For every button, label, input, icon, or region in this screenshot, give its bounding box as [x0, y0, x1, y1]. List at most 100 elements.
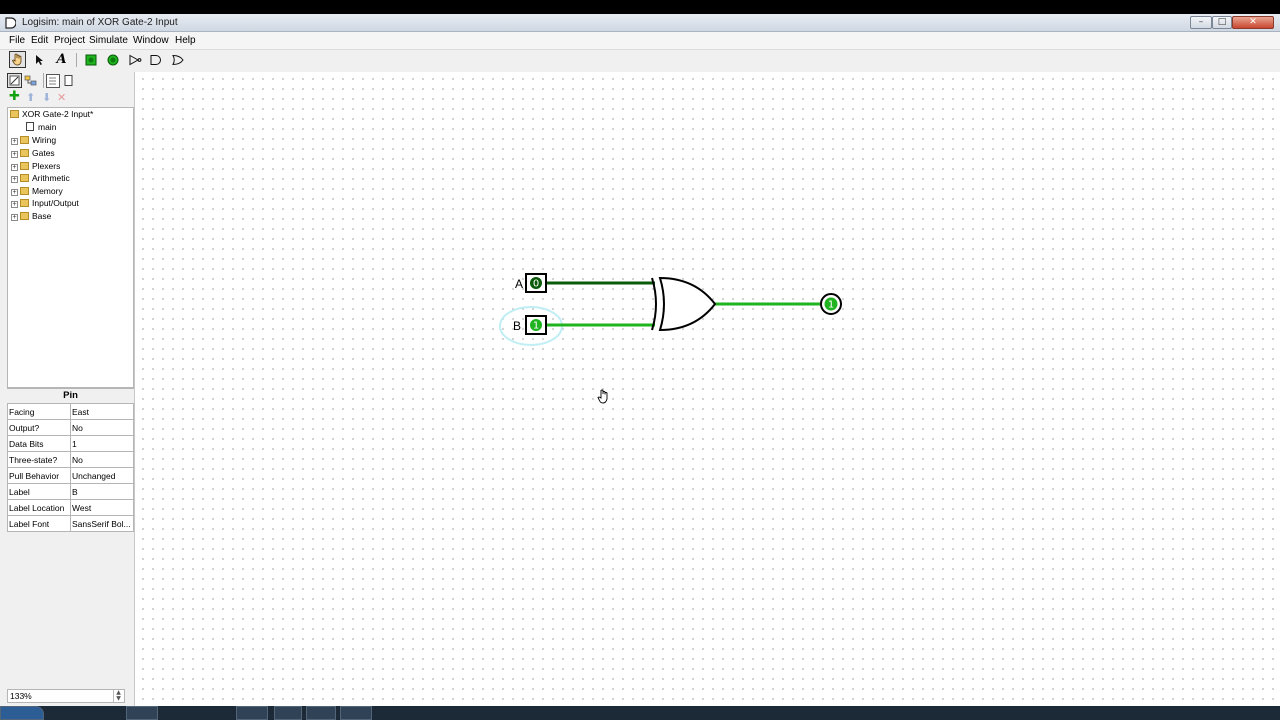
edit-layout-button[interactable]: [46, 74, 60, 88]
menu-edit[interactable]: Edit: [31, 35, 48, 46]
tree-circuit-main[interactable]: main: [26, 121, 56, 133]
menu-simulate[interactable]: Simulate: [89, 35, 128, 46]
logisim-app-icon: [5, 17, 16, 29]
attribute-key: Facing: [7, 403, 71, 420]
tree-project[interactable]: XOR Gate-2 Input*: [10, 108, 93, 120]
show-tools-button[interactable]: [7, 73, 22, 88]
tree-library-base[interactable]: + Base: [11, 210, 51, 222]
window-title: Logisim: main of XOR Gate-2 Input: [22, 17, 178, 28]
move-up-icon[interactable]: ⬆: [26, 91, 36, 104]
xor-gate[interactable]: [651, 276, 717, 332]
input-pin-icon: [85, 54, 96, 65]
tree-library-arithmetic[interactable]: + Arithmetic: [11, 172, 70, 184]
expand-icon[interactable]: +: [11, 189, 18, 196]
expand-icon[interactable]: +: [11, 201, 18, 208]
attribute-value-label-location[interactable]: West: [70, 499, 134, 516]
tree-library-gates[interactable]: + Gates: [11, 147, 55, 159]
attribute-row-output: Output? No: [7, 419, 134, 436]
taskbar-item[interactable]: [306, 706, 336, 720]
attribute-key: Output?: [7, 419, 71, 436]
menu-project[interactable]: Project: [54, 35, 85, 46]
move-down-icon[interactable]: ⬇: [42, 91, 52, 104]
tree-library-memory[interactable]: + Memory: [11, 185, 63, 197]
and-gate-icon: [150, 54, 161, 65]
menu-file[interactable]: File: [9, 35, 25, 46]
add-output-pin-button[interactable]: [104, 51, 121, 68]
pin-b-label: B: [513, 319, 521, 333]
left-panel: ✚ ⬆ ⬇ ✕ XOR Gate-2 Input* main + Wiring +…: [5, 72, 134, 704]
tree-library-wiring[interactable]: + Wiring: [11, 134, 56, 146]
attribute-table: Facing East Output? No Data Bits 1 Three-st…: [7, 403, 134, 532]
expand-icon[interactable]: +: [11, 214, 18, 221]
menu-help[interactable]: Help: [175, 35, 196, 46]
folder-icon: [20, 149, 29, 157]
folder-icon: [20, 162, 29, 170]
menu-window[interactable]: Window: [133, 35, 169, 46]
taskbar-item[interactable]: [340, 706, 372, 720]
attribute-value-facing[interactable]: East: [70, 403, 134, 420]
hand-pointer-icon: [11, 53, 22, 66]
close-button[interactable]: ✕: [1232, 16, 1274, 29]
not-gate-button[interactable]: [126, 51, 143, 68]
tree-library-label: Input/Output: [32, 198, 79, 208]
tree-library-plexers[interactable]: + Plexers: [11, 160, 60, 172]
tree-library-input-output[interactable]: + Input/Output: [11, 197, 79, 209]
expand-icon[interactable]: +: [11, 176, 18, 183]
zoom-spinner-icon[interactable]: ▲ ▼: [113, 690, 123, 702]
attribute-row-three-state: Three-state? No: [7, 451, 134, 468]
folder-icon: [20, 136, 29, 144]
and-gate-button[interactable]: [147, 51, 164, 68]
select-tool-button[interactable]: [31, 51, 48, 68]
pin-b-value: 1: [533, 321, 539, 332]
text-tool-button[interactable]: A: [53, 51, 70, 68]
attribute-key: Pull Behavior: [7, 467, 71, 484]
hand-cursor-icon: [597, 389, 608, 404]
taskbar-item[interactable]: [126, 706, 158, 720]
edit-appearance-button[interactable]: [63, 74, 75, 88]
minimize-button[interactable]: –: [1190, 16, 1212, 29]
toolbar-separator: [43, 73, 44, 88]
taskbar-item[interactable]: [274, 706, 302, 720]
circuit-canvas[interactable]: A B 0 1 1: [134, 72, 1280, 706]
xor-gate-extra-arc: [651, 277, 657, 331]
add-input-pin-button[interactable]: [82, 51, 99, 68]
tree-library-label: Gates: [32, 148, 55, 158]
attribute-value-three-state[interactable]: No: [70, 451, 134, 468]
attribute-row-facing: Facing East: [7, 403, 134, 420]
explorer-tree: XOR Gate-2 Input* main + Wiring + Gates + P…: [7, 107, 134, 388]
circuit-drawing: A B 0 1 1: [499, 273, 842, 404]
taskbar-item[interactable]: [236, 706, 268, 720]
attribute-row-data-bits: Data Bits 1: [7, 435, 134, 452]
attribute-value-label-font[interactable]: SansSerif Bol...: [70, 515, 134, 532]
simulation-tree-icon: [24, 75, 37, 86]
toolbar-separator: [76, 53, 77, 67]
attribute-value-data-bits[interactable]: 1: [70, 435, 134, 452]
attribute-key: Label Font: [7, 515, 71, 532]
poke-tool-button[interactable]: [9, 51, 26, 68]
folder-icon: [10, 110, 19, 118]
start-button[interactable]: [0, 706, 44, 720]
add-circuit-icon[interactable]: ✚: [9, 90, 20, 103]
xor-gate-body: [658, 276, 717, 332]
layout-icon: [49, 77, 56, 85]
maximize-button[interactable]: □: [1212, 16, 1232, 29]
zoom-field[interactable]: 133%: [7, 689, 125, 703]
expand-icon[interactable]: +: [11, 138, 18, 145]
folder-icon: [20, 212, 29, 220]
os-taskbar: [0, 706, 1280, 720]
attribute-value-output[interactable]: No: [70, 419, 134, 436]
folder-icon: [20, 174, 29, 182]
expand-icon[interactable]: +: [11, 164, 18, 171]
main-toolbar: A: [0, 50, 1280, 70]
delete-circuit-icon[interactable]: ✕: [57, 91, 67, 104]
tree-library-label: Base: [32, 211, 52, 221]
attribute-value-label[interactable]: B: [70, 483, 134, 500]
show-simulation-button[interactable]: [24, 74, 38, 88]
title-bar: Logisim: main of XOR Gate-2 Input – □ ✕: [0, 14, 1280, 32]
expand-icon[interactable]: +: [11, 151, 18, 158]
tree-library-label: Plexers: [32, 161, 61, 171]
output-pin-icon: [107, 54, 118, 65]
or-gate-button[interactable]: [169, 51, 186, 68]
attribute-row-pull-behavior: Pull Behavior Unchanged: [7, 467, 134, 484]
attribute-value-pull-behavior[interactable]: Unchanged: [70, 467, 134, 484]
